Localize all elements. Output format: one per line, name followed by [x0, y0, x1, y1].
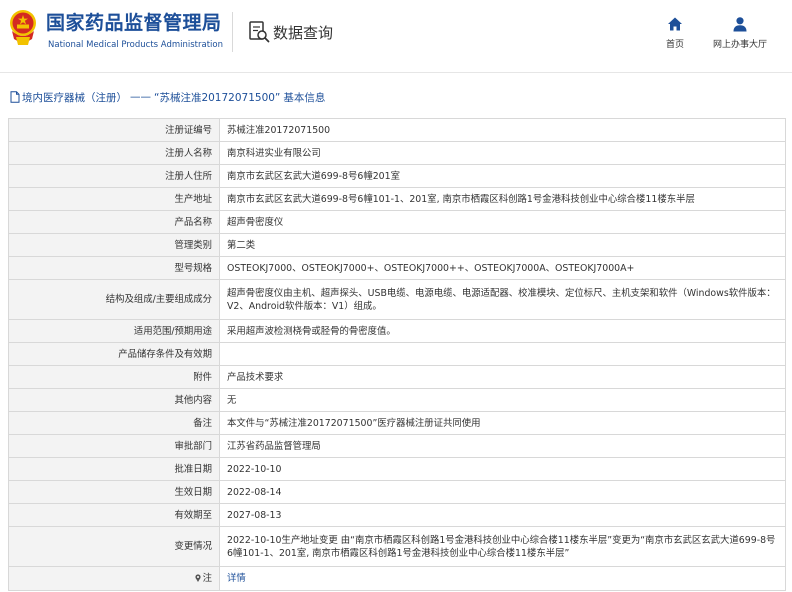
field-label: 批准日期	[8, 457, 220, 481]
field-label: 注册证编号	[8, 118, 220, 142]
field-value: 第二类	[219, 233, 786, 257]
document-search-icon	[249, 21, 270, 43]
field-value: 2022-08-14	[219, 480, 786, 504]
breadcrumb: 境内医疗器械（注册） —— “苏械注准20172071500” 基本信息	[10, 89, 328, 105]
home-nav-button[interactable]: 首页	[660, 16, 690, 50]
document-icon	[10, 91, 20, 103]
field-label: 生效日期	[8, 480, 220, 504]
table-row: 生产地址 南京市玄武区玄武大道699-8号6幢101-1、201室, 南京市栖霞…	[8, 187, 786, 211]
site-header: 国家药品监督管理局 National Medical Products Admi…	[0, 0, 792, 72]
breadcrumb-category[interactable]: 境内医疗器械（注册）	[22, 90, 127, 105]
details-link[interactable]: 详情	[227, 573, 246, 584]
table-row: 适用范围/预期用途 采用超声波检测桡骨或胫骨的骨密度值。	[8, 319, 786, 343]
field-value: 江苏省药品监督管理局	[219, 434, 786, 458]
table-row: 批准日期 2022-10-10	[8, 457, 786, 481]
field-value: 本文件与“苏械注准20172071500”医疗器械注册证共同使用	[219, 411, 786, 435]
table-row: 审批部门 江苏省药品监督管理局	[8, 434, 786, 458]
data-query-section[interactable]: 数据查询	[248, 20, 333, 44]
field-value: 采用超声波检测桡骨或胫骨的骨密度值。	[219, 319, 786, 343]
agency-name[interactable]: 国家药品监督管理局	[46, 8, 222, 35]
field-label: 产品名称	[8, 210, 220, 234]
table-row: 注册证编号 苏械注准20172071500	[8, 118, 786, 142]
breadcrumb-record: “苏械注准20172071500”	[154, 91, 281, 104]
header-divider	[232, 12, 233, 52]
field-label: 变更情况	[8, 526, 220, 567]
field-label: 生产地址	[8, 187, 220, 211]
registration-info-table: 注册证编号 苏械注准20172071500 注册人名称 南京科进实业有限公司 注…	[8, 118, 786, 591]
field-label: 其他内容	[8, 388, 220, 412]
table-row: 有效期至 2027-08-13	[8, 503, 786, 527]
field-label: 注册人住所	[8, 164, 220, 188]
table-row: 管理类别 第二类	[8, 233, 786, 257]
field-label: 结构及组成/主要组成成分	[8, 279, 220, 320]
table-row: 产品名称 超声骨密度仪	[8, 210, 786, 234]
field-value: 无	[219, 388, 786, 412]
data-query-label: 数据查询	[273, 23, 334, 42]
field-value: 南京市玄武区玄武大道699-8号6幢201室	[219, 164, 786, 188]
field-label: 有效期至	[8, 503, 220, 527]
field-value: 南京科进实业有限公司	[219, 141, 786, 165]
field-label: 附件	[8, 365, 220, 389]
service-hall-nav-label: 网上办事大厅	[712, 40, 767, 50]
field-value: 南京市玄武区玄武大道699-8号6幢101-1、201室, 南京市栖霞区科创路1…	[219, 187, 786, 211]
table-row: 变更情况 2022-10-10生产地址变更 由“南京市栖霞区科创路1号金港科技创…	[8, 526, 786, 567]
field-label: 注册人名称	[8, 141, 220, 165]
table-row: 生效日期 2022-08-14	[8, 480, 786, 504]
table-row: 型号规格 OSTEOKJ7000、OSTEOKJ7000+、OSTEOKJ700…	[8, 256, 786, 280]
field-value	[219, 342, 786, 366]
field-label: 型号规格	[8, 256, 220, 280]
field-label: 产品储存条件及有效期	[8, 342, 220, 366]
service-hall-nav-button[interactable]: 网上办事大厅	[708, 16, 772, 50]
agency-name-english[interactable]: National Medical Products Administration	[48, 40, 223, 50]
field-value: 产品技术要求	[219, 365, 786, 389]
field-label: 适用范围/预期用途	[8, 319, 220, 343]
note-value-cell: 详情	[219, 566, 786, 591]
home-nav-label: 首页	[665, 40, 684, 50]
table-row: 产品储存条件及有效期	[8, 342, 786, 366]
field-label: 管理类别	[8, 233, 220, 257]
table-row: 附件 产品技术要求	[8, 365, 786, 389]
header-bottom-rule	[0, 72, 792, 73]
field-label: 备注	[8, 411, 220, 435]
home-icon	[668, 17, 682, 31]
field-value: 超声骨密度仪	[219, 210, 786, 234]
field-value: 2022-10-10生产地址变更 由“南京市栖霞区科创路1号金港科技创业中心综合…	[219, 526, 786, 567]
location-pin-icon	[195, 574, 201, 582]
breadcrumb-separator: ——	[130, 91, 151, 103]
table-row: 其他内容 无	[8, 388, 786, 412]
user-icon	[733, 17, 747, 32]
field-value: 2027-08-13	[219, 503, 786, 527]
table-row: 注册人住所 南京市玄武区玄武大道699-8号6幢201室	[8, 164, 786, 188]
field-value: 2022-10-10	[219, 457, 786, 481]
note-row: 注 详情	[8, 566, 786, 591]
breadcrumb-suffix: 基本信息	[283, 91, 326, 104]
field-value: 超声骨密度仪由主机、超声探头、USB电缆、电源电缆、电源适配器、校准模块、定位标…	[219, 279, 786, 320]
note-label: 注	[202, 573, 212, 584]
note-label-cell: 注	[8, 566, 220, 591]
field-value: OSTEOKJ7000、OSTEOKJ7000+、OSTEOKJ7000++、O…	[219, 256, 786, 280]
table-row: 注册人名称 南京科进实业有限公司	[8, 141, 786, 165]
table-row: 备注 本文件与“苏械注准20172071500”医疗器械注册证共同使用	[8, 411, 786, 435]
field-value: 苏械注准20172071500	[219, 118, 786, 142]
national-emblem-icon	[10, 10, 36, 45]
field-label: 审批部门	[8, 434, 220, 458]
table-row: 结构及组成/主要组成成分 超声骨密度仪由主机、超声探头、USB电缆、电源电缆、电…	[8, 279, 786, 320]
